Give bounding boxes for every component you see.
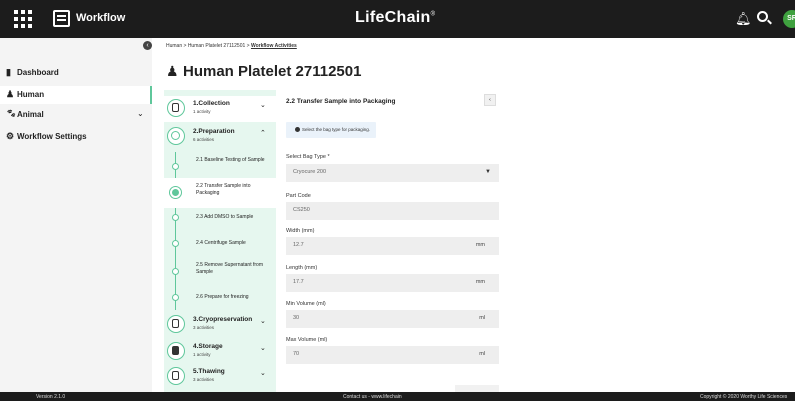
substep-2-6[interactable]: 2.6 Prepare for freezing	[164, 283, 276, 313]
max-volume-label: Max Volume (ml)	[286, 337, 328, 343]
chevron-up-icon[interactable]: ⌃	[260, 129, 266, 137]
sidebar-item-workflow-settings[interactable]: ⚙ Workflow Settings	[0, 128, 152, 146]
page-title: Human Platelet 27112501	[183, 63, 362, 80]
breadcrumb: Human > Human Platelet 27112501 > Workfl…	[166, 43, 297, 49]
step-dot-icon	[172, 268, 179, 275]
sidebar-item-label: Animal	[17, 110, 44, 119]
length-label: Length (mm)	[286, 265, 318, 271]
min-volume-label: Min Volume (ml)	[286, 301, 326, 307]
bag-type-label: Select Bag Type *	[286, 154, 330, 160]
width-label: Width (mm)	[286, 228, 315, 234]
version-text: Version 2.1.0	[36, 394, 66, 400]
bag-type-select[interactable]: Cryocure 200 ▼	[286, 164, 499, 182]
step-dot-icon	[172, 163, 179, 170]
caret-down-icon: ▼	[485, 169, 491, 175]
search-icon[interactable]	[757, 11, 768, 22]
person-icon: ♟	[6, 89, 15, 99]
tube-icon	[167, 99, 185, 117]
sidebar-item-label: Workflow Settings	[17, 132, 87, 141]
sidebar-item-human[interactable]: ♟ Human	[0, 86, 152, 104]
workflow-icon[interactable]	[53, 10, 70, 27]
footer: Version 2.1.0 Contact us - www.lifechain…	[0, 392, 795, 401]
part-code-field[interactable]: CS250	[286, 202, 499, 220]
chevron-down-icon[interactable]: ⌄	[137, 109, 144, 118]
contact-link[interactable]: Contact us - www.lifechain	[343, 394, 402, 400]
substep-2-4[interactable]: 2.4 Centrifuge Sample	[164, 229, 276, 259]
bar-chart-icon: ▮	[6, 67, 11, 77]
bell-icon[interactable]: 🔔︎	[735, 11, 752, 27]
breadcrumb-link[interactable]: Workflow Activities	[251, 43, 297, 49]
sidebar-item-label: Human	[17, 90, 45, 99]
person-icon: ♟	[166, 63, 179, 79]
step-dot-icon	[172, 240, 179, 247]
step-dot-icon	[172, 189, 179, 196]
collapse-sidebar-icon[interactable]: ‹	[143, 41, 152, 50]
brand-logo: LifeChain®	[355, 9, 436, 26]
chevron-down-icon[interactable]: ⌄	[260, 317, 266, 325]
chevron-down-icon[interactable]: ⌄	[260, 369, 266, 377]
length-field[interactable]: 17.7 mm	[286, 274, 499, 292]
paw-icon: 🐾︎	[6, 109, 17, 118]
max-volume-field[interactable]: 70 ml	[286, 346, 499, 364]
back-button[interactable]: ‹	[484, 94, 496, 106]
sidebar-item-dashboard[interactable]: ▮ Dashboard	[0, 64, 152, 82]
info-icon	[295, 127, 300, 132]
info-box: Select the bag type for packaging.	[286, 122, 376, 138]
min-volume-field[interactable]: 30 ml	[286, 310, 499, 328]
form-title: 2.2 Transfer Sample into Packaging	[286, 98, 396, 105]
app-grid-icon[interactable]	[14, 10, 32, 28]
step-cryopreservation[interactable]: 3.Cryopreservation 3 activities ⌄	[164, 312, 276, 334]
width-field[interactable]: 12.7 mm	[286, 237, 499, 255]
step-preparation[interactable]: 2.Preparation 6 activities ⌃	[164, 124, 276, 150]
gear-icon: ⚙	[6, 131, 15, 141]
thawing-icon	[167, 367, 185, 385]
top-bar: Workflow LifeChain® 🔔︎ SR	[0, 0, 795, 38]
step-dot-icon	[172, 214, 179, 221]
chevron-down-icon[interactable]: ⌄	[260, 101, 266, 109]
step-dot-icon	[172, 294, 179, 301]
sidebar-item-label: Dashboard	[17, 68, 59, 77]
step-collection[interactable]: 1.Collection 1 activity ⌄	[164, 96, 276, 122]
step-thawing[interactable]: 5.Thawing 3 activities ⌄	[164, 364, 276, 390]
copyright-text: Copyright © 2020 Worthy Life Sciences	[700, 394, 788, 400]
module-label[interactable]: Workflow	[76, 12, 125, 24]
sidebar-item-animal[interactable]: 🐾︎ Animal ⌄	[0, 106, 152, 124]
chevron-down-icon[interactable]: ⌄	[260, 344, 266, 352]
part-code-label: Part Code	[286, 193, 311, 199]
storage-icon	[167, 342, 185, 360]
preparation-icon	[167, 127, 185, 145]
cryo-icon	[167, 315, 185, 333]
avatar[interactable]: SR	[783, 10, 795, 28]
step-storage[interactable]: 4.Storage 1 activity ⌄	[164, 339, 276, 361]
